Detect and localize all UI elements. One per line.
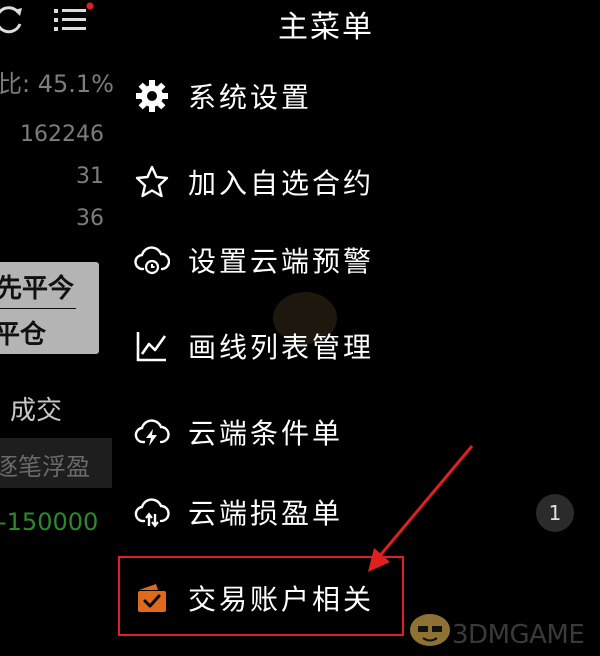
3dmgame-logo-icon (410, 614, 450, 646)
menu-item-cloud-alert[interactable]: 设置云端预警 (130, 230, 580, 290)
gear-icon (136, 80, 168, 112)
stat-value-1: 162246 (20, 122, 104, 147)
background-quote-panel: 比: 45.1% 162246 31 36 先平今 平仓 成交 逐笔浮盈 -15… (0, 0, 114, 656)
refresh-icon[interactable] (0, 2, 26, 36)
notification-dot (86, 2, 94, 10)
3dmgame-logo-text: 3DMGAME (452, 620, 585, 650)
menu-item-label: 云端条件单 (188, 417, 344, 450)
cloud-alarm-icon (134, 246, 170, 275)
stat-value-3: 36 (76, 206, 104, 231)
star-icon (135, 165, 169, 198)
menu-item-label: 加入自选合约 (188, 167, 375, 200)
menu-item-drawing-list[interactable]: 画线列表管理 (130, 316, 580, 376)
count-badge: 1 (536, 494, 574, 532)
menu-item-label: 画线列表管理 (188, 331, 375, 364)
menu-item-add-watchlist[interactable]: 加入自选合约 (130, 152, 580, 212)
menu-item-label: 系统设置 (188, 81, 313, 114)
divider (0, 308, 76, 309)
float-pnl-label: 逐笔浮盈 (0, 453, 90, 481)
float-pnl-tab[interactable]: 逐笔浮盈 (0, 438, 112, 488)
menu-item-cloud-conditional-order[interactable]: 云端条件单 (130, 402, 580, 462)
cloud-stop-icon (134, 498, 170, 528)
menu-title: 主菜单 (278, 10, 374, 45)
ratio-text: 比: 45.1% (0, 70, 114, 98)
menu-item-label: 设置云端预警 (188, 245, 375, 278)
list-menu-icon[interactable] (54, 2, 94, 36)
close-today-button[interactable]: 先平今 平仓 (0, 262, 99, 354)
annotation-arrow-icon (368, 445, 474, 572)
close-position-label: 平仓 (0, 320, 47, 350)
pnl-value: -150000 (0, 508, 99, 536)
cloud-lightning-icon (134, 419, 170, 446)
menu-item-cloud-stop-order[interactable]: 云端损盈单 (130, 482, 580, 542)
menu-item-system-settings[interactable]: 系统设置 (130, 66, 580, 126)
close-today-label: 先平今 (0, 274, 75, 304)
menu-item-label: 云端损盈单 (188, 497, 344, 530)
line-chart-icon (136, 332, 167, 362)
stat-value-2: 31 (76, 164, 104, 189)
filled-label: 成交 (10, 396, 63, 426)
